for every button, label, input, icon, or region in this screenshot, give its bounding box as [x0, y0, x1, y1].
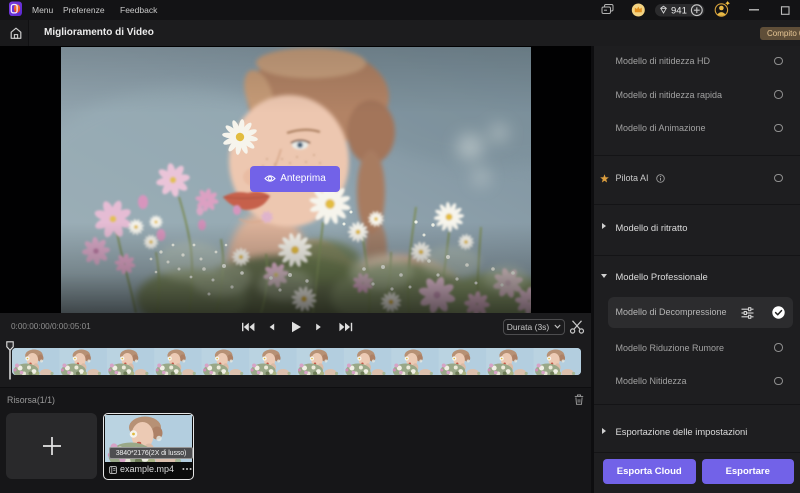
svg-text:941: 941: [671, 5, 687, 16]
